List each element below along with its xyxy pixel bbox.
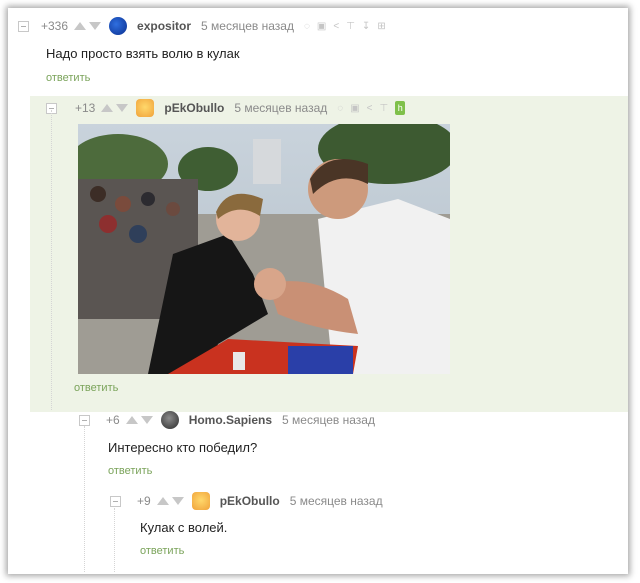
comment-author[interactable]: pEkObullo <box>220 494 280 508</box>
comment-tools: ◌ ▣ < ⊤ ↧ ⊞ <box>304 21 386 32</box>
comment-header: +336 expositor 5 месяцев назад ◌ ▣ < ⊤ ↧… <box>18 16 386 36</box>
save-icon[interactable]: ▣ <box>317 21 326 32</box>
collapse-icon[interactable] <box>79 414 90 426</box>
reply-link[interactable]: ответить <box>46 72 90 84</box>
avatar[interactable] <box>160 411 179 429</box>
link-icon[interactable]: ◌ <box>304 21 310 32</box>
comment-rating: +13 <box>75 101 96 115</box>
comment-time[interactable]: 5 месяцев назад <box>282 413 375 427</box>
arrow-up-icon[interactable] <box>156 497 169 505</box>
save-icon[interactable]: ▣ <box>350 103 359 114</box>
comment-time[interactable]: 5 месяцев назад <box>290 494 383 508</box>
comment-author[interactable]: expositor <box>137 19 191 33</box>
arrow-up-icon[interactable] <box>101 104 114 112</box>
thread-line[interactable] <box>114 508 115 572</box>
arrow-down-icon[interactable] <box>140 416 153 424</box>
arrow-down-icon[interactable] <box>89 22 102 30</box>
arrow-down-icon[interactable] <box>116 104 129 112</box>
link-icon[interactable]: ◌ <box>337 103 343 114</box>
arrow-up-icon[interactable] <box>125 416 138 424</box>
avatar[interactable] <box>109 17 128 35</box>
comment-image[interactable] <box>78 124 450 374</box>
comment-header: +9 pEkObullo 5 месяцев назад <box>110 491 393 511</box>
avatar[interactable] <box>136 99 155 117</box>
thread-line[interactable] <box>51 110 52 410</box>
reply-link[interactable]: ответить <box>140 545 184 557</box>
collapse-icon[interactable] <box>18 20 29 32</box>
arrow-down-icon[interactable] <box>171 497 184 505</box>
pin-icon[interactable]: ⊤ <box>380 103 389 114</box>
comment-rating: +336 <box>41 19 69 33</box>
share-icon[interactable]: < <box>367 103 373 114</box>
share-icon[interactable]: < <box>333 21 339 32</box>
collapse-icon[interactable] <box>110 495 121 507</box>
bolt-icon[interactable]: h <box>395 101 406 115</box>
thread-line[interactable] <box>84 426 85 572</box>
comment-time[interactable]: 5 месяцев назад <box>234 101 327 115</box>
arrow-up-icon[interactable] <box>74 22 87 30</box>
comment-tools: ◌ ▣ < ⊤ h <box>337 101 406 115</box>
comment-text: Надо просто взять волю в кулак <box>46 46 240 61</box>
comment-text: Кулак с волей. <box>140 520 228 535</box>
comment-author[interactable]: Homo.Sapiens <box>189 413 272 427</box>
avatar[interactable] <box>191 492 210 510</box>
comment-rating: +6 <box>106 413 120 427</box>
comment-author[interactable]: pEkObullo <box>164 101 224 115</box>
reply-link[interactable]: ответить <box>74 382 118 394</box>
reply-link[interactable]: ответить <box>108 465 152 477</box>
comment-header: +13 pEkObullo 5 месяцев назад ◌ ▣ < ⊤ h <box>46 98 406 118</box>
more-icon[interactable]: ⊞ <box>377 21 385 32</box>
comment-text: Интересно кто победил? <box>108 440 258 455</box>
comment-time[interactable]: 5 месяцев назад <box>201 19 294 33</box>
comment-header: +6 Homo.Sapiens 5 месяцев назад <box>79 410 385 430</box>
armwrestling-photo <box>78 124 450 374</box>
comment-rating: +9 <box>137 494 151 508</box>
pin-icon[interactable]: ⊤ <box>346 21 355 32</box>
download-icon[interactable]: ↧ <box>362 21 370 32</box>
comments-window: +336 expositor 5 месяцев назад ◌ ▣ < ⊤ ↧… <box>8 8 628 574</box>
